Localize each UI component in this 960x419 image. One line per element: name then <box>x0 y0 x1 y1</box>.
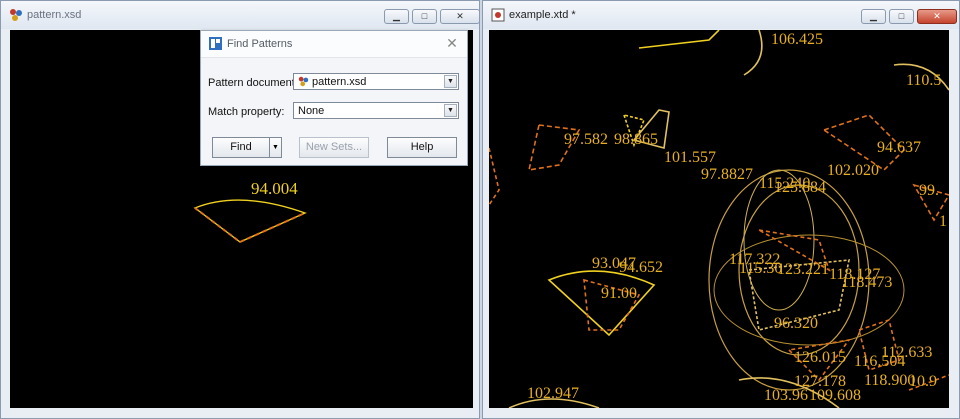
minimize-button[interactable]: ▁ <box>384 9 409 24</box>
measurement-label: 98.865 <box>614 131 658 148</box>
measurement-label: 97.582 <box>564 131 608 148</box>
measurement-label: 125.684 <box>774 179 826 196</box>
measurement-label: 97.8827 <box>701 166 753 183</box>
pattern-window-titlebar[interactable]: pattern.xsd ▁ □ ✕ <box>1 1 480 29</box>
measurement-label: 99. <box>919 182 939 199</box>
measurement-label: 126.015 <box>794 349 846 366</box>
pattern-document-select[interactable]: pattern.xsd ▼ <box>293 73 459 90</box>
measurement-label: 96.320 <box>774 315 818 332</box>
chevron-down-icon[interactable]: ▼ <box>444 104 457 117</box>
measurement-label: 106.425 <box>771 31 823 48</box>
match-property-select[interactable]: None ▼ <box>293 102 459 119</box>
help-button[interactable]: Help <box>387 137 457 158</box>
measurement-label: 102.020 <box>827 162 879 179</box>
example-shape-layer: 106.425 110.5 97.582 98.865 101.557 94.637 102… <box>489 30 949 408</box>
match-property-value: None <box>298 105 325 117</box>
example-window[interactable]: example.xtd * ▁ □ ✕ 106.425 110.5 97.582… <box>482 0 960 419</box>
maximize-button[interactable]: □ <box>412 9 437 24</box>
find-patterns-icon <box>209 37 222 50</box>
example-window-titlebar[interactable]: example.xtd * ▁ □ ✕ <box>483 1 959 29</box>
find-patterns-dialog[interactable]: Find Patterns ✕ Pattern document: patter… <box>200 30 468 166</box>
find-button[interactable]: Find <box>212 137 270 158</box>
measurement-label: 109.608 <box>809 387 861 404</box>
close-button[interactable]: ✕ <box>917 9 957 24</box>
measurement-label: 103.96 <box>764 387 808 404</box>
chevron-down-icon[interactable]: ▼ <box>444 75 457 88</box>
pattern-doc-icon <box>298 76 309 87</box>
close-button[interactable]: ✕ <box>440 9 480 24</box>
measurement-label: 94.652 <box>619 259 663 276</box>
measurement-label: 94.637 <box>877 139 921 156</box>
dialog-titlebar[interactable]: Find Patterns ✕ <box>201 31 467 58</box>
maximize-button[interactable]: □ <box>889 9 914 24</box>
pattern-shape-label: 94.004 <box>251 179 298 198</box>
measurement-label: 123.221 <box>777 261 829 278</box>
pattern-doc-icon <box>10 9 22 21</box>
example-canvas[interactable]: 106.425 110.5 97.582 98.865 101.557 94.637 102… <box>489 30 949 408</box>
measurement-label: 1 <box>939 213 947 230</box>
measurement-label: 118.473 <box>841 274 892 291</box>
find-dropdown-arrow[interactable]: ▼ <box>269 137 282 158</box>
example-doc-icon <box>491 8 505 22</box>
example-window-title: example.xtd * <box>509 9 576 21</box>
measurement-label: 10.9 <box>909 373 937 390</box>
minimize-button[interactable]: ▁ <box>861 9 886 24</box>
dialog-close-icon[interactable]: ✕ <box>445 36 459 50</box>
pattern-document-label: Pattern document: <box>208 77 298 89</box>
pattern-window-title: pattern.xsd <box>27 9 82 21</box>
measurement-label: 102.947 <box>527 385 579 402</box>
match-property-label: Match property: <box>208 106 285 118</box>
new-sets-button[interactable]: New Sets... <box>299 137 369 158</box>
measurement-label: 116.504 <box>854 353 905 370</box>
dialog-title: Find Patterns <box>227 38 293 50</box>
measurement-label: 115.30 <box>739 260 782 277</box>
measurement-label: 118.900 <box>864 372 915 389</box>
measurement-label: 101.557 <box>664 149 716 166</box>
measurement-label: 91.00 <box>601 285 637 302</box>
pattern-document-value: pattern.xsd <box>312 76 367 88</box>
measurement-label: 110.5 <box>906 72 941 89</box>
